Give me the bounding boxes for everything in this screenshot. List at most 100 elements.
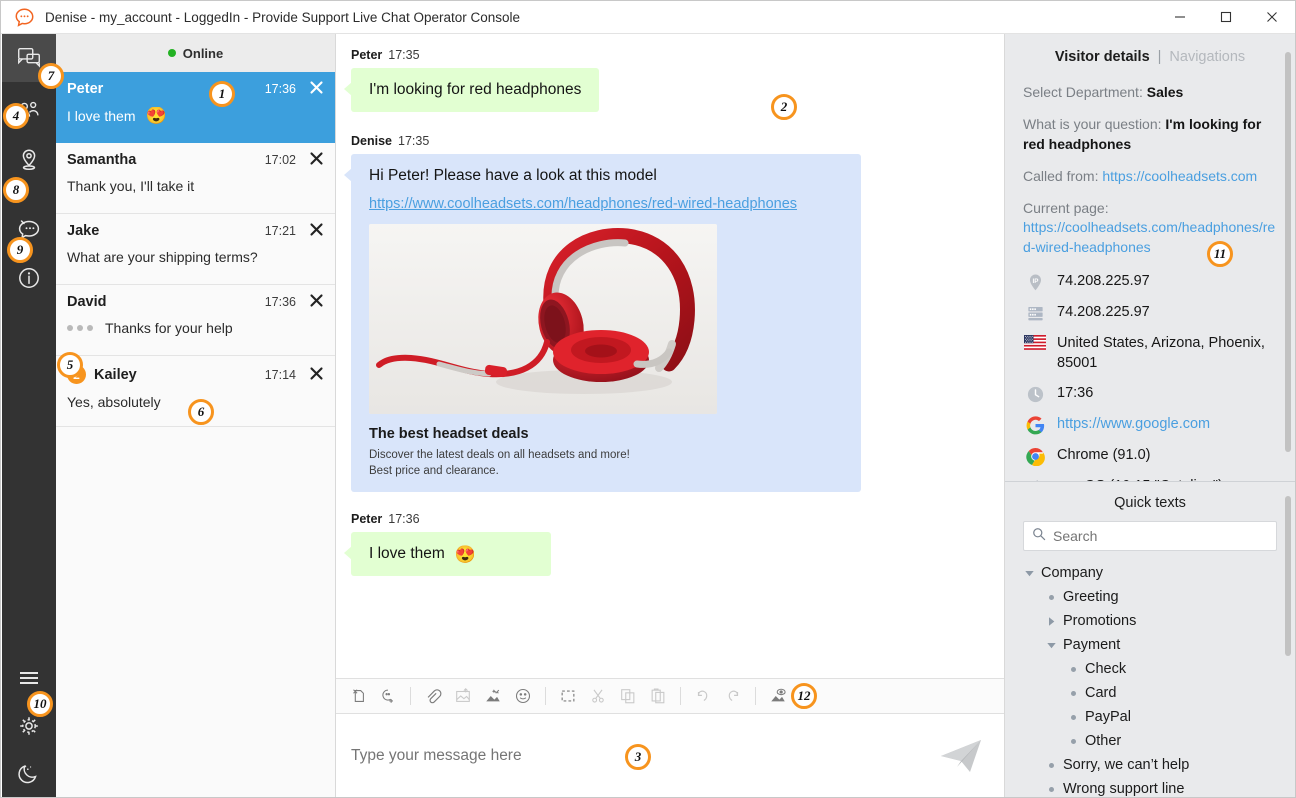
visitor-info-value: Chrome (91.0) <box>1057 447 1151 464</box>
sidebar-item-away-status[interactable] <box>2 750 56 797</box>
chat-item-preview: Thank you, I'll take it <box>67 178 323 194</box>
chat-list-item-david[interactable]: David 17:36 Thanks for your help <box>56 285 335 356</box>
message-link[interactable]: https://www.coolheadsets.com/headphones/… <box>369 196 843 212</box>
quick-text-label: Sorry, we can’t help <box>1063 757 1190 773</box>
callout-badge-9: 9 <box>7 237 33 263</box>
caret-down-icon[interactable] <box>1023 568 1036 579</box>
chat-list-item-jake[interactable]: Jake 17:21 What are your shipping terms? <box>56 214 335 285</box>
chat-item-time: 17:02 <box>264 153 296 167</box>
chat-item-message-text: Yes, absolutely <box>67 394 161 410</box>
clock-icon <box>1023 385 1047 404</box>
caret-right-icon[interactable] <box>1045 616 1058 627</box>
visitor-info-value[interactable]: https://www.google.com <box>1057 415 1210 435</box>
quick-texts-scrollbar[interactable] <box>1285 496 1291 656</box>
visitor-field-label: What is your question: <box>1023 115 1162 132</box>
visitor-info-value: 74.208.225.97 <box>1057 304 1150 321</box>
callout-badge-2: 2 <box>771 94 797 120</box>
message-time: 17:35 <box>388 48 420 62</box>
chat-item-message-text: What are your shipping terms? <box>67 249 258 265</box>
visitor-info-row: Chrome (91.0) <box>1023 446 1277 467</box>
visitor-field-label: Select Department: <box>1023 84 1143 100</box>
chat-item-name: Jake <box>67 223 100 239</box>
quick-text-node[interactable]: Greeting <box>1023 585 1277 609</box>
link-preview-image <box>369 224 717 414</box>
tab-visitor-details[interactable]: Visitor details <box>1055 49 1150 65</box>
close-icon[interactable] <box>310 152 323 168</box>
chat-item-header: Samantha 17:02 <box>67 152 323 168</box>
callout-badge-4: 4 <box>3 103 29 129</box>
visitor-field-value[interactable]: https://coolheadsets.com <box>1102 168 1257 184</box>
quick-text-node[interactable]: Company <box>1023 561 1277 585</box>
close-button[interactable] <box>1249 1 1295 34</box>
quick-text-label: Card <box>1085 685 1117 701</box>
quick-texts-search-box[interactable] <box>1023 521 1277 551</box>
visitor-details-scrollbar[interactable] <box>1285 52 1291 452</box>
send-image-icon[interactable] <box>449 682 477 710</box>
link-preview-card[interactable]: The best headset deals Discover the late… <box>369 224 843 479</box>
close-icon[interactable] <box>310 294 323 310</box>
chat-item-header: David 17:36 <box>67 294 323 310</box>
tab-navigations[interactable]: Navigations <box>1169 49 1245 65</box>
insert-picture-icon[interactable] <box>479 682 507 710</box>
undo-icon[interactable] <box>689 682 717 710</box>
maximize-button[interactable] <box>1203 1 1249 34</box>
paste-icon[interactable] <box>644 682 672 710</box>
quick-text-node[interactable]: Card <box>1023 681 1277 705</box>
callout-badge-12: 12 <box>791 683 817 709</box>
message-header: Denise 17:35 <box>351 134 984 148</box>
visitor-field-value[interactable]: https://coolheadsets.com/headphones/red-… <box>1023 219 1275 255</box>
app-logo-icon <box>13 6 35 28</box>
sidebar-item-info[interactable] <box>2 254 56 302</box>
quick-text-node[interactable]: Sorry, we can’t help <box>1023 753 1277 777</box>
send-paper-plane-icon[interactable] <box>934 733 988 779</box>
chat-list-item-samantha[interactable]: Samantha 17:02 Thank you, I'll take it <box>56 143 335 214</box>
callout-badge-7: 7 <box>38 63 64 89</box>
messages-scroll-area[interactable]: Peter 17:35 I'm looking for red headphone… <box>336 34 1004 678</box>
quick-text-node[interactable]: Wrong support line <box>1023 777 1277 797</box>
quick-text-node[interactable]: Payment <box>1023 633 1277 657</box>
redo-icon[interactable] <box>719 682 747 710</box>
message-bubble: I'm looking for red headphones <box>343 68 600 112</box>
message-composer <box>336 714 1004 797</box>
message-author: Peter <box>351 48 383 62</box>
chat-item-name: David <box>67 294 107 310</box>
quick-text-node[interactable]: PayPal <box>1023 705 1277 729</box>
message-time: 17:35 <box>398 134 430 148</box>
visitor-info-row: https://www.google.com <box>1023 415 1277 435</box>
visitor-info-row: 74.208.225.97 <box>1023 303 1277 323</box>
bullet-icon <box>1067 666 1080 672</box>
cut-icon[interactable] <box>584 682 612 710</box>
close-icon[interactable] <box>310 223 323 239</box>
visitor-info-list: IP 74.208.225.97 74.208.225.97 United State… <box>1023 272 1277 481</box>
transfer-chat-icon[interactable] <box>344 682 372 710</box>
chat-list-item-peter[interactable]: Peter 17:36 I love them 😍 <box>56 72 335 143</box>
toolbar-separator <box>410 687 411 705</box>
quick-text-label: Wrong support line <box>1063 781 1185 797</box>
message-time: 17:36 <box>388 512 420 527</box>
operator-status-bar[interactable]: Online <box>56 34 335 72</box>
quick-texts-section: Quick texts Company Greeting Promotions Pay… <box>1005 481 1295 797</box>
invite-operator-icon[interactable] <box>374 682 402 710</box>
chat-item-preview: Thanks for your help <box>67 320 323 336</box>
quick-text-node[interactable]: Other <box>1023 729 1277 753</box>
chat-item-message-text: Thanks for your help <box>105 320 233 336</box>
quick-texts-search-input[interactable] <box>1053 528 1268 544</box>
select-area-icon[interactable] <box>554 682 582 710</box>
attach-file-icon[interactable] <box>419 682 447 710</box>
close-icon[interactable] <box>310 366 323 383</box>
chat-item-preview: What are your shipping terms? <box>67 249 323 265</box>
chat-item-time: 17:36 <box>264 82 296 96</box>
visitor-details-tabs: Visitor details | Navigations <box>1023 34 1277 83</box>
quick-text-label: PayPal <box>1085 709 1131 725</box>
quick-text-label: Check <box>1085 661 1127 677</box>
emoji-icon[interactable] <box>509 682 537 710</box>
caret-down-icon[interactable] <box>1045 640 1058 651</box>
copy-icon[interactable] <box>614 682 642 710</box>
message-author: Denise <box>351 134 392 148</box>
preview-image-icon[interactable] <box>764 682 792 710</box>
close-icon[interactable] <box>310 81 323 97</box>
quick-text-node[interactable]: Promotions <box>1023 609 1277 633</box>
quick-text-node[interactable]: Check <box>1023 657 1277 681</box>
minimize-button[interactable] <box>1157 1 1203 34</box>
sidebar-item-location[interactable] <box>2 136 56 184</box>
